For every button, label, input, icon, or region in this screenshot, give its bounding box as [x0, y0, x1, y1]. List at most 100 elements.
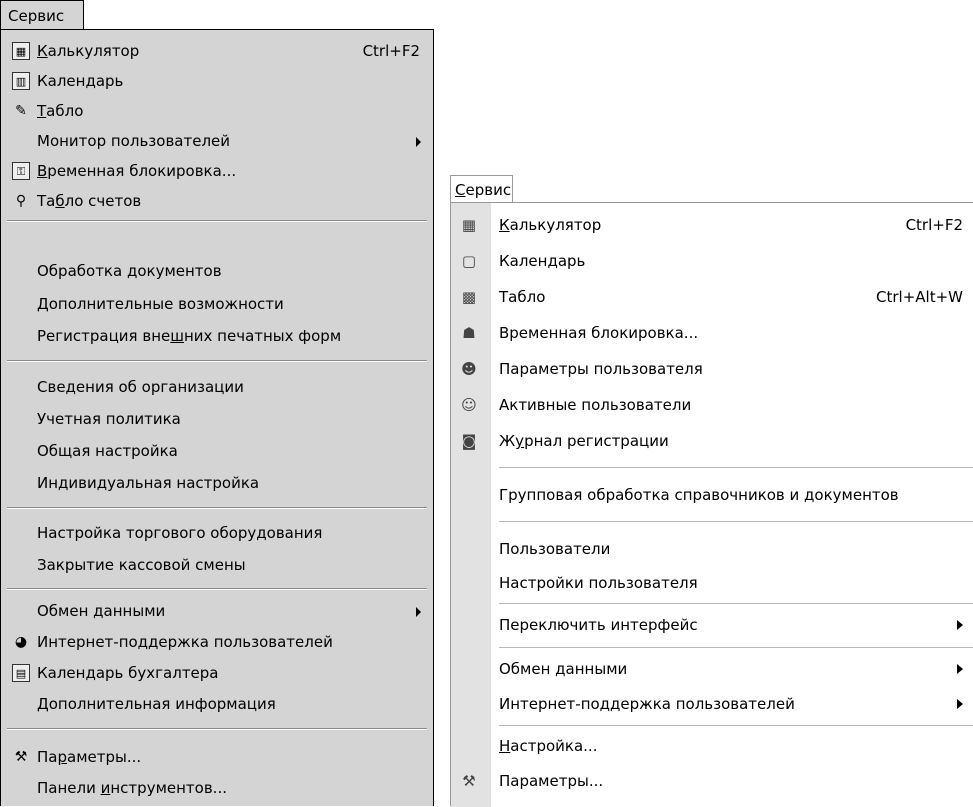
menu-item-label: Интернет-поддержка пользователей [499, 695, 795, 713]
menu-item-label: Параметры пользователя [499, 360, 703, 378]
menu-item-label: Групповая обработка справочников и докум… [499, 486, 899, 504]
menu-item-label: Временная блокировка... [499, 324, 699, 342]
menu-item-label: Обмен данными [37, 602, 166, 620]
lock-icon: ⚿ [12, 162, 30, 180]
menu-separator [499, 647, 973, 648]
menu1-item-board[interactable]: ✎ Табло [1, 96, 433, 126]
menu2-item-setup[interactable]: Настройка... [451, 728, 973, 764]
accountant-calendar-icon: ▤ [12, 664, 30, 682]
menu-item-label: Калькулятор [499, 216, 602, 234]
menu1-item-temp-lock[interactable]: ⚿ Временная блокировка... [1, 156, 433, 186]
menu-item-label: Панели инструментов... [37, 779, 227, 797]
menu2-panel: ▦ Калькулятор Ctrl+F2 ▢ Календарь ▩ Табл… [450, 202, 973, 807]
menu1-item-extra-features[interactable]: Дополнительные возможности [1, 289, 433, 319]
menu1-item-individual-settings[interactable]: Индивидуальная настройка [1, 468, 433, 498]
menu1-item-close-cash-shift[interactable]: Закрытие кассовой смены [1, 550, 433, 580]
menu1-item-org-info[interactable]: Сведения об организации [1, 372, 433, 402]
menu1-item-print-forms[interactable]: Регистрация внешних печатных форм [1, 321, 433, 351]
board-icon: ✎ [15, 103, 27, 119]
menu-separator [499, 725, 973, 726]
submenu-arrow-icon [957, 699, 963, 709]
menu-item-label: Временная блокировка... [37, 162, 237, 180]
menu-item-label: Табло [499, 288, 546, 306]
accounts-board-icon: ⚲ [15, 193, 27, 209]
menu-item-label: Калькулятор [37, 42, 140, 60]
menu-item-label: Настройки пользователя [499, 574, 698, 592]
menu1-title[interactable]: Сервис [0, 0, 84, 30]
menu-item-label: Календарь [499, 252, 586, 270]
menu-item-label: Закрытие кассовой смены [37, 556, 246, 574]
menu-separator [7, 360, 427, 362]
menu1-item-user-monitor[interactable]: Монитор пользователей [1, 126, 433, 156]
calculator-icon: ▦ [12, 42, 30, 60]
menu2-item-temp-lock[interactable]: ☗ Временная блокировка... [451, 315, 973, 351]
menu-item-label: Параметры... [37, 748, 142, 766]
menu-item-label: Параметры... [499, 772, 604, 790]
menu1-panel: ▦ Калькулятор Ctrl+F2 ▥ Календарь ✎ Табл… [0, 29, 434, 806]
menu-item-label: Настройка... [499, 737, 598, 755]
menu-item-label: Сведения об организации [37, 378, 244, 396]
user-settings-icon: ☻ [461, 360, 477, 378]
menu-item-label: Табло [37, 102, 84, 120]
menu-separator [7, 220, 427, 222]
menu-separator [7, 728, 427, 730]
menu2-item-parameters[interactable]: ⚒ Параметры... [451, 763, 973, 799]
menu1-item-accounts-board[interactable]: ⚲ Табло счетов [1, 186, 433, 216]
menu1-item-toolbars[interactable]: Панели инструментов... [1, 773, 433, 803]
menu-item-label: Индивидуальная настройка [37, 474, 260, 492]
submenu-arrow-icon [957, 620, 963, 630]
menu-item-label: Обмен данными [499, 660, 628, 678]
menu1-item-parameters[interactable]: ⚒ Параметры... [1, 742, 433, 772]
active-users-icon: ☺ [461, 396, 477, 414]
menu2-item-active-users[interactable]: ☺ Активные пользователи [451, 387, 973, 423]
menu1-item-doc-processing[interactable]: Обработка документов [1, 256, 433, 286]
menu2-item-user-params[interactable]: ☻ Параметры пользователя [451, 351, 973, 387]
menu-separator [7, 588, 427, 590]
menu1-item-accountant-calendar[interactable]: ▤ Календарь бухгалтера [1, 658, 433, 688]
menu-item-label: Табло счетов [37, 192, 142, 210]
menu-item-label: Дополнительные возможности [37, 295, 284, 313]
menu1-item-data-exchange[interactable]: Обмен данными [1, 596, 433, 626]
menu-item-shortcut: Ctrl+F2 [362, 42, 420, 60]
menu2-item-user-settings[interactable]: Настройки пользователя [451, 565, 973, 601]
tools-icon: ⚒ [14, 749, 28, 765]
menu1-item-trade-equipment[interactable]: Настройка торгового оборудования [1, 518, 433, 548]
menu-item-label: Общая настройка [37, 442, 178, 460]
menu-item-label: Пользователи [499, 540, 611, 558]
menu1-item-general-settings[interactable]: Общая настройка [1, 436, 433, 466]
menu-item-label: Регистрация внешних печатных форм [37, 327, 342, 345]
menu1-item-additional-info[interactable]: Дополнительная информация [1, 689, 433, 719]
board-icon: ▩ [461, 288, 477, 306]
menu1-item-calendar[interactable]: ▥ Календарь [1, 66, 433, 96]
menu2-item-switch-interface[interactable]: Переключить интерфейс [451, 607, 973, 643]
calendar-icon: ▥ [12, 72, 30, 90]
menu2-item-calculator[interactable]: ▦ Калькулятор Ctrl+F2 [451, 207, 973, 243]
internet-support-icon: ◕ [14, 634, 28, 650]
menu2-item-log[interactable]: ◙ Журнал регистрации [451, 423, 973, 459]
menu2-item-board[interactable]: ▩ Табло Ctrl+Alt+W [451, 279, 973, 315]
menu-separator [499, 521, 973, 522]
menu-item-shortcut: Ctrl+F2 [905, 216, 963, 234]
menu-separator [499, 467, 973, 468]
menu2-item-users[interactable]: Пользователи [451, 531, 973, 567]
menu1-item-calculator[interactable]: ▦ Калькулятор Ctrl+F2 [1, 36, 433, 66]
menu1-item-internet-support[interactable]: ◕ Интернет-поддержка пользователей [1, 627, 433, 657]
submenu-arrow-icon [416, 607, 421, 617]
menu1-item-accounting-policy[interactable]: Учетная политика [1, 404, 433, 434]
menu-item-label: Активные пользователи [499, 396, 692, 414]
menu-item-label: Дополнительная информация [37, 695, 276, 713]
menu2-item-calendar[interactable]: ▢ Календарь [451, 243, 973, 279]
menu2-item-group-processing[interactable]: Групповая обработка справочников и докум… [451, 477, 973, 513]
menu-item-label: Обработка документов [37, 262, 222, 280]
calendar-icon: ▢ [461, 252, 477, 270]
menu-item-label: Учетная политика [37, 410, 181, 428]
menu-item-label: Календарь бухгалтера [37, 664, 219, 682]
menu-item-shortcut: Ctrl+Alt+W [876, 288, 963, 306]
menu-item-label: Журнал регистрации [499, 432, 669, 450]
lock-user-icon: ☗ [462, 324, 476, 342]
menu2-item-internet-support[interactable]: Интернет-поддержка пользователей [451, 686, 973, 722]
menu2-title[interactable]: Сервис [450, 175, 513, 203]
menu-separator [499, 603, 973, 604]
menu2-item-data-exchange[interactable]: Обмен данными [451, 651, 973, 687]
menu-item-label: Интернет-поддержка пользователей [37, 633, 333, 651]
